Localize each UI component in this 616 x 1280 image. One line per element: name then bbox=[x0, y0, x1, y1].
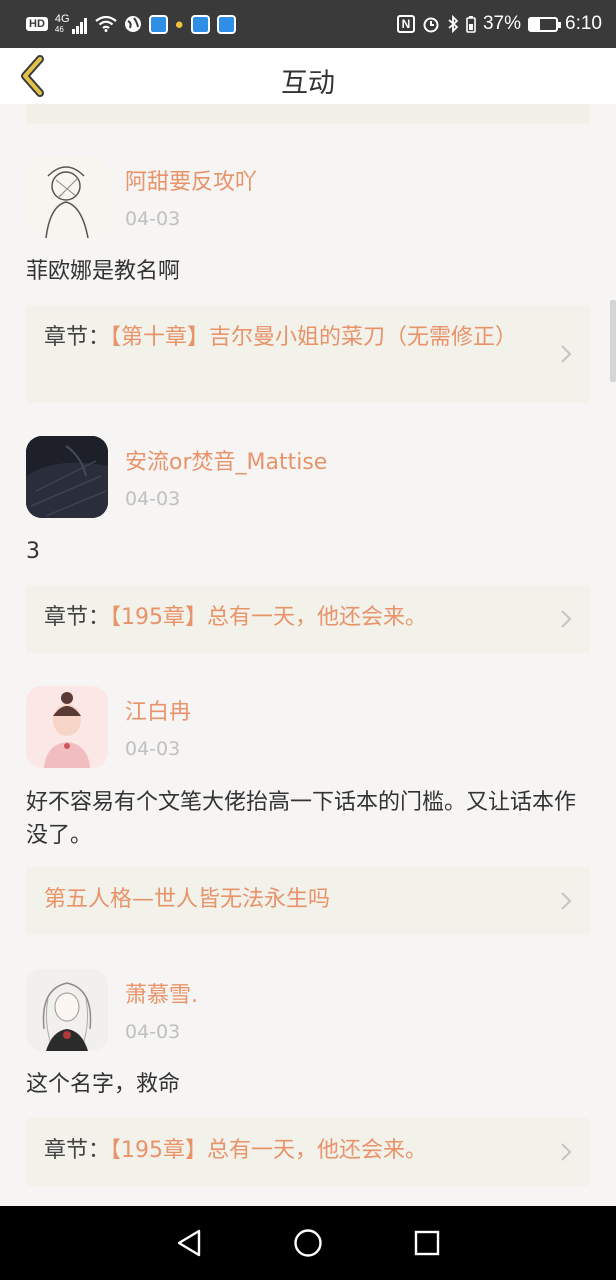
previous-chapter-card[interactable] bbox=[26, 104, 590, 124]
network-sub: 46 bbox=[54, 25, 64, 34]
clock: 6:10 bbox=[565, 13, 602, 34]
chapter-title: 【195章】总有一天，他还会来。 bbox=[110, 1138, 428, 1163]
square-recents-icon bbox=[414, 1230, 439, 1256]
comment-text: 3 bbox=[26, 539, 40, 564]
chapter-title: 【195章】总有一天，他还会来。 bbox=[110, 605, 428, 630]
wifi-icon bbox=[94, 16, 117, 32]
hd-indicator: HD bbox=[26, 17, 48, 31]
chevron-right-icon bbox=[561, 1143, 572, 1161]
username[interactable]: 阿甜要反攻吖 bbox=[125, 164, 257, 196]
circle-home-icon bbox=[294, 1229, 322, 1257]
chevron-right-icon bbox=[561, 610, 572, 628]
cellular-signal-icon: 4G 46 bbox=[55, 14, 88, 34]
post-date: 04-03 bbox=[125, 738, 181, 760]
network-type: 4G bbox=[54, 13, 70, 25]
battery-saver-icon bbox=[466, 16, 476, 33]
chapter-prefix: 章节： bbox=[44, 325, 111, 350]
alarm-icon bbox=[423, 17, 439, 33]
username[interactable]: 安流or焚音_Mattise bbox=[125, 444, 327, 476]
avatar[interactable] bbox=[26, 969, 108, 1051]
chapter-prefix: 章节： bbox=[44, 605, 111, 630]
post-date: 04-03 bbox=[125, 208, 181, 230]
chapter-link[interactable]: 第五人格—世人皆无法永生吗 bbox=[26, 867, 590, 935]
username[interactable]: 江白冉 bbox=[125, 694, 191, 726]
interaction-list[interactable]: 阿甜要反攻吖 04-03 菲欧娜是教名啊 章节：【第十章】吉尔曼小姐的菜刀（无需… bbox=[0, 104, 616, 1206]
bluetooth-icon bbox=[448, 15, 459, 33]
home-nav-button[interactable] bbox=[290, 1225, 326, 1261]
battery-icon bbox=[528, 16, 562, 32]
scrollbar[interactable] bbox=[610, 300, 616, 382]
status-bar: HD 4G 46 ● N 37% 6:10 bbox=[0, 0, 616, 48]
triangle-back-icon bbox=[178, 1229, 201, 1257]
app-header: 互动 bbox=[0, 48, 616, 104]
chapter-link[interactable]: 章节：【195章】总有一天，他还会来。 bbox=[26, 585, 590, 653]
app-notification-icon-2 bbox=[190, 14, 210, 34]
recents-nav-button[interactable] bbox=[409, 1225, 445, 1261]
post-date: 04-03 bbox=[125, 1021, 181, 1043]
avatar[interactable] bbox=[26, 156, 108, 238]
username[interactable]: 萧慕雪. bbox=[125, 977, 198, 1009]
chapter-prefix: 章节： bbox=[44, 1138, 111, 1163]
lightbulb-icon: ● bbox=[174, 15, 184, 33]
app-notification-icon bbox=[148, 14, 168, 34]
comment-text: 菲欧娜是教名啊 bbox=[26, 259, 181, 284]
chevron-right-icon bbox=[561, 892, 572, 910]
comment-text: 这个名字，救命 bbox=[26, 1072, 181, 1097]
avatar[interactable] bbox=[26, 436, 108, 518]
battery-percent: 37% bbox=[482, 13, 522, 34]
page-title: 互动 bbox=[281, 68, 335, 99]
post-date: 04-03 bbox=[125, 488, 181, 510]
chapter-title: 【第十章】吉尔曼小姐的菜刀（无需修正） bbox=[110, 325, 518, 350]
nfc-icon: N bbox=[396, 15, 415, 33]
avatar[interactable] bbox=[26, 686, 108, 768]
comment-text: 好不容易有个文笔大佬抬高一下话本的门槛。又让话本作没了。 bbox=[26, 790, 577, 848]
back-nav-button[interactable] bbox=[171, 1225, 207, 1261]
app-notification-icon-3 bbox=[216, 14, 236, 34]
chapter-title: 第五人格—世人皆无法永生吗 bbox=[44, 887, 331, 912]
system-navigation-bar bbox=[0, 1206, 616, 1280]
chevron-right-icon bbox=[561, 345, 572, 363]
chapter-link[interactable]: 章节：【第十章】吉尔曼小姐的菜刀（无需修正） bbox=[26, 305, 590, 403]
globe-icon bbox=[124, 16, 141, 32]
chapter-link[interactable]: 章节：【195章】总有一天，他还会来。 bbox=[26, 1118, 590, 1186]
